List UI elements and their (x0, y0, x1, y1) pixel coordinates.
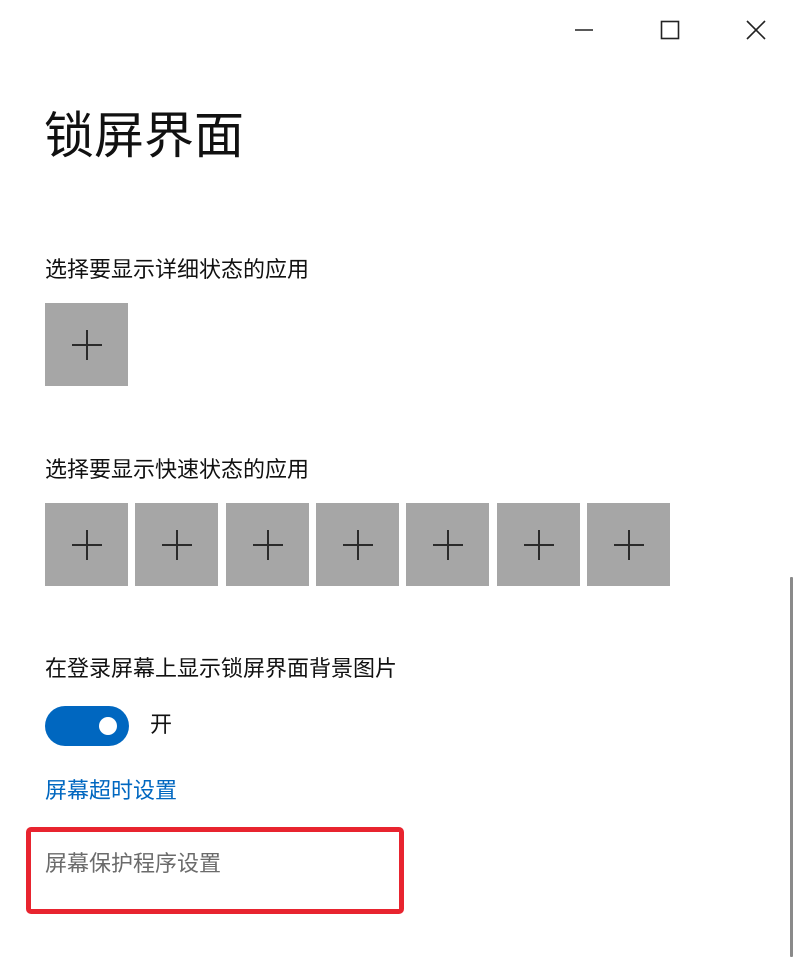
detailed-status-app-slot[interactable] (45, 303, 128, 386)
quick-status-label: 选择要显示快速状态的应用 (45, 458, 310, 483)
plus-icon (523, 529, 554, 560)
plus-icon (71, 329, 102, 360)
screen-saver-link[interactable]: 屏幕保护程序设置 (45, 850, 221, 880)
detailed-status-label: 选择要显示详细状态的应用 (45, 258, 310, 283)
quick-status-app-slot[interactable] (406, 503, 489, 586)
quick-status-app-slot[interactable] (316, 503, 399, 586)
screen-timeout-link[interactable]: 屏幕超时设置 (45, 777, 177, 807)
plus-icon (342, 529, 373, 560)
plus-icon (432, 529, 463, 560)
login-background-label: 在登录屏幕上显示锁屏界面背景图片 (45, 657, 398, 682)
quick-status-app-slot[interactable] (226, 503, 309, 586)
toggle-knob (99, 717, 117, 735)
minimize-icon (575, 29, 593, 31)
settings-window: 锁屏界面 选择要显示详细状态的应用 选择要显示快速状态的应用 在登录屏幕上显示锁… (0, 0, 800, 966)
close-icon (746, 20, 766, 40)
quick-status-app-slot[interactable] (45, 503, 128, 586)
plus-icon (71, 529, 102, 560)
page-title: 锁屏界面 (44, 107, 244, 165)
quick-status-app-slot[interactable] (135, 503, 218, 586)
maximize-icon (660, 20, 680, 40)
minimize-button[interactable] (561, 8, 607, 52)
plus-icon (161, 529, 192, 560)
scrollbar-thumb[interactable] (790, 577, 793, 957)
maximize-button[interactable] (647, 8, 693, 52)
login-background-toggle[interactable] (45, 706, 129, 746)
close-button[interactable] (733, 8, 779, 52)
quick-status-app-slot[interactable] (587, 503, 670, 586)
toggle-state-label: 开 (150, 713, 173, 738)
quick-status-app-slot[interactable] (497, 503, 580, 586)
plus-icon (252, 529, 283, 560)
plus-icon (613, 529, 644, 560)
